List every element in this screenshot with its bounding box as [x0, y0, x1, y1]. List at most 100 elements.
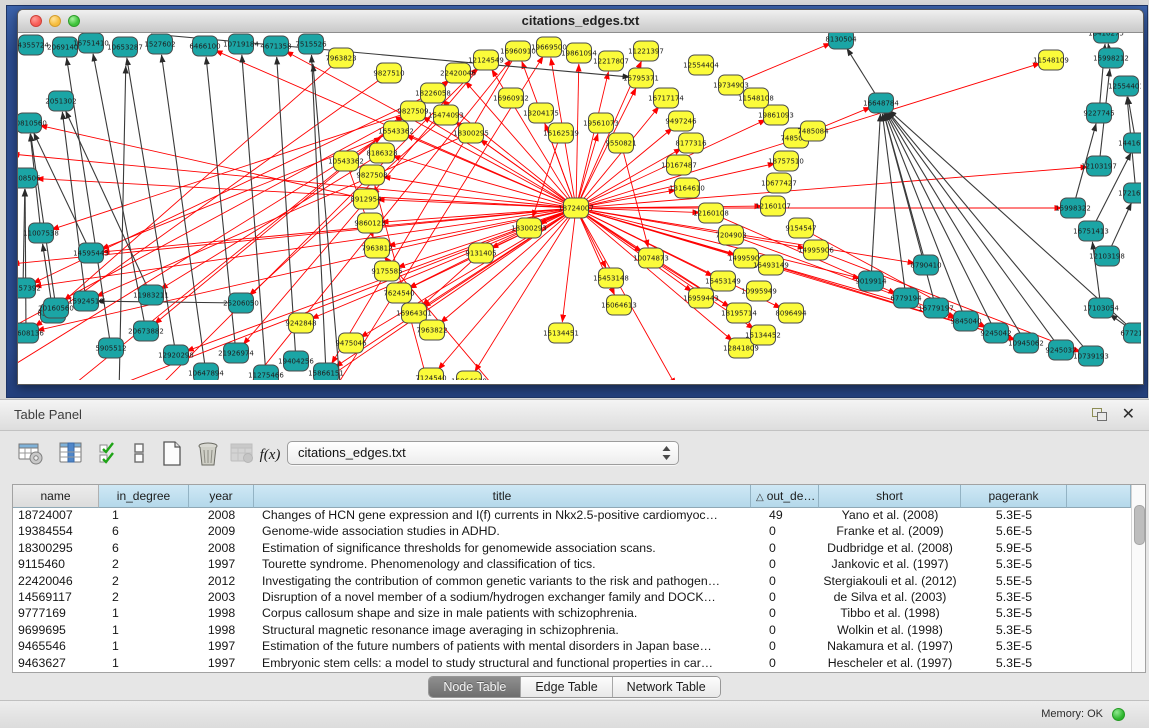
table-row[interactable]: 1830029562008Estimation of significance … [13, 540, 1131, 556]
graph-node[interactable]: 8177316 [675, 133, 707, 153]
graph-node[interactable]: 11007538 [23, 223, 59, 243]
select-all-icon[interactable] [96, 440, 124, 470]
graph-node[interactable]: 9827508 [356, 165, 387, 185]
table-row[interactable]: 977716911998Corpus callosum shape and si… [13, 605, 1131, 621]
graph-node[interactable]: 16717174 [648, 88, 684, 108]
graph-node[interactable]: 9131405 [465, 243, 496, 263]
table-row[interactable]: 911546021997Tourette syndrome. Phenomeno… [13, 556, 1131, 572]
column-header-short[interactable]: short [819, 485, 961, 508]
graph-node[interactable]: 14416460 [1118, 133, 1141, 153]
graph-node[interactable]: 17103054 [1083, 298, 1119, 318]
graph-node[interactable]: 7963822 [416, 320, 447, 340]
graph-node[interactable]: 11275466 [248, 365, 284, 380]
graph-node[interactable]: 7963823 [325, 48, 356, 68]
graph-node[interactable]: 15134451 [543, 323, 579, 343]
graph-node[interactable]: 15998322 [1055, 198, 1091, 218]
graph-node[interactable]: 18757510 [768, 151, 804, 171]
table-selector-dropdown[interactable]: citations_edges.txt [287, 441, 679, 465]
graph-node[interactable]: 14595443 [73, 243, 109, 263]
graph-node[interactable]: 7515526 [295, 34, 327, 54]
graph-node[interactable]: 18300295 [453, 123, 489, 143]
graph-node[interactable]: 9827510 [373, 63, 404, 83]
column-header-name[interactable]: name [13, 485, 99, 508]
graph-node[interactable]: 10719184 [223, 34, 259, 54]
graph-node[interactable]: 8912954 [350, 189, 382, 209]
graph-node[interactable]: 6772195 [1120, 323, 1141, 343]
close-panel-icon[interactable]: ✕ [1122, 404, 1135, 424]
graph-node[interactable]: 7485084 [797, 121, 829, 141]
graph-node[interactable]: 19404256 [278, 351, 314, 371]
graph-node[interactable]: 18195714 [721, 303, 757, 323]
graph-node[interactable]: 15608136 [18, 323, 44, 343]
graph-node[interactable]: 7204903 [715, 225, 746, 245]
graph-node[interactable]: 9245032 [1045, 340, 1076, 360]
tab-network-table[interactable]: Network Table [613, 677, 720, 697]
select-column-icon[interactable] [57, 440, 85, 470]
graph-node[interactable]: 9827509 [397, 101, 428, 121]
graph-node[interactable]: 12217807 [593, 51, 629, 71]
network-svg[interactable]: 1435572420691406167514101065328715276026… [18, 33, 1141, 380]
graph-node[interactable]: 9475046 [335, 333, 367, 353]
graph-node[interactable]: 9019914 [855, 271, 887, 291]
graph-node[interactable]: 15453148 [593, 268, 629, 288]
graph-node[interactable]: 12554404 [683, 55, 719, 75]
graph-node[interactable]: 16959443 [683, 288, 719, 308]
graph-node[interactable]: 8186328 [366, 143, 397, 163]
graph-node[interactable]: 2051302 [45, 91, 76, 111]
table-row[interactable]: 1938455462009Genome-wide association stu… [13, 523, 1131, 539]
network-canvas[interactable]: 1435572420691406167514101065328715276026… [18, 33, 1141, 380]
graph-node[interactable]: 6466100 [189, 36, 220, 56]
graph-node[interactable]: 11548109 [1033, 50, 1069, 70]
table-settings-icon[interactable] [16, 440, 44, 470]
graph-node[interactable]: 16648784 [863, 93, 899, 113]
graph-node[interactable]: 15998212 [1093, 48, 1129, 68]
table-row[interactable]: 1872400712008Changes of HCN gene express… [13, 507, 1131, 523]
memory-ok-indicator[interactable] [1112, 708, 1125, 721]
graph-node[interactable]: 9550821 [605, 133, 636, 153]
graph-node[interactable]: 9175585 [371, 261, 402, 281]
graph-node[interactable]: 9154547 [785, 218, 816, 238]
graph-node[interactable]: 9245042 [980, 323, 1011, 343]
graph-node[interactable]: 16751413 [1073, 221, 1109, 241]
graph-node[interactable]: 9227745 [1083, 103, 1114, 123]
network-window-titlebar[interactable]: citations_edges.txt [18, 10, 1143, 33]
graph-node[interactable]: 9242848 [285, 313, 316, 333]
graph-node[interactable]: 5905512 [95, 338, 126, 358]
trash-icon[interactable] [194, 440, 222, 470]
tab-edge-table[interactable]: Edge Table [521, 677, 612, 697]
graph-node[interactable]: 10653287 [107, 37, 143, 57]
graph-node[interactable]: 1527602 [144, 34, 175, 54]
column-header-year[interactable]: year [189, 485, 254, 508]
graph-node[interactable]: 19561073 [583, 113, 619, 133]
graph-node[interactable]: 4671358 [260, 36, 291, 56]
tab-node-table[interactable]: Node Table [429, 677, 521, 697]
graph-node[interactable]: 9845040 [950, 311, 981, 331]
graph-node[interactable]: 7963812 [361, 238, 392, 258]
graph-node[interactable]: 14355724 [18, 35, 49, 55]
graph-node[interactable]: 16960912 [493, 88, 529, 108]
function-builder-icon[interactable]: f(x) [256, 440, 284, 470]
graph-node[interactable]: 12554401 [1108, 76, 1141, 96]
graph-node[interactable]: 13164610 [669, 178, 705, 198]
scrollbar-thumb[interactable] [1134, 505, 1145, 545]
graph-node[interactable]: 12160108 [693, 203, 729, 223]
column-header-in-degree[interactable]: in_degree [99, 485, 189, 508]
graph-node[interactable]: 9497246 [665, 111, 697, 131]
table-row[interactable]: 969969511998Structural magnetic resonanc… [13, 622, 1131, 638]
graph-node[interactable]: 21926974 [218, 343, 254, 363]
graph-node[interactable]: 8096494 [775, 303, 807, 323]
graph-node[interactable]: 12160107 [755, 196, 791, 216]
new-document-icon[interactable] [158, 440, 186, 470]
graph-node[interactable]: 8130504 [825, 33, 857, 49]
graph-node[interactable]: 20673882 [128, 321, 164, 341]
column-header-pagerank[interactable]: pagerank [961, 485, 1067, 508]
graph-node[interactable]: 20810560 [18, 113, 47, 133]
graph-node[interactable]: 12124549 [468, 50, 504, 70]
float-panel-icon[interactable] [1092, 408, 1107, 421]
graph-node[interactable]: 8790410 [910, 255, 941, 275]
graph-node[interactable]: 10677427 [761, 173, 797, 193]
table-row[interactable]: 1456911722003Disruption of a novel membe… [13, 589, 1131, 605]
graph-node[interactable]: 17216460 [1118, 183, 1141, 203]
unselect-rows-icon[interactable] [126, 440, 154, 470]
table-row[interactable]: 946554611997Estimation of the future num… [13, 638, 1131, 654]
